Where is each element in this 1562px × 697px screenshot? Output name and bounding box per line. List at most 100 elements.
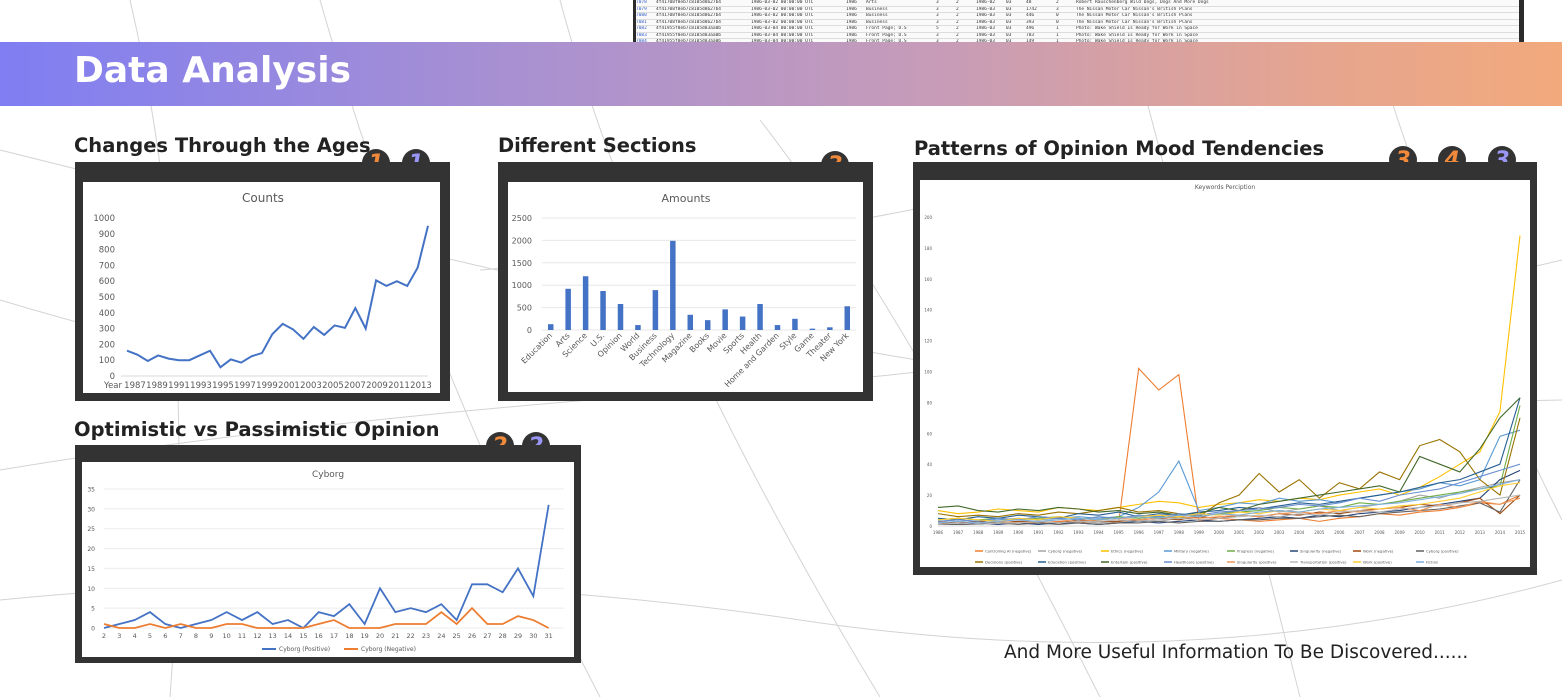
spreadsheet-cell: 3 <box>936 6 939 12</box>
spreadsheet-cell: 2 <box>956 13 959 18</box>
spreadsheet-cell: 1986-03-02 00:00:00 UTC <box>751 6 814 12</box>
spreadsheet-cell: 1986-03 <box>976 26 995 31</box>
spreadsheet-cell: 48 <box>1026 0 1032 5</box>
x-tick-label: 2008 <box>1374 530 1385 535</box>
y-tick-label: 1500 <box>512 259 532 268</box>
y-tick-label: 10 <box>87 586 95 593</box>
spreadsheet-cell: 03 <box>1006 0 1012 5</box>
spreadsheet-cell: 1986-03-02 00:00:00 UTC <box>751 0 814 5</box>
spreadsheet-cell: 446 <box>1026 13 1035 18</box>
spreadsheet-cell: 1986 <box>846 0 857 5</box>
spreadsheet-cell: 4f41955f8eb7c8105d83aa0b <box>656 32 722 38</box>
spreadsheet-cell: Business <box>866 19 888 25</box>
y-tick-label: 35 <box>87 487 95 494</box>
y-tick-label: 500 <box>99 293 115 303</box>
x-tick-label: 3 <box>117 632 121 640</box>
spreadsheet-cell: Front Page; U.S <box>866 32 907 38</box>
bar <box>547 324 554 330</box>
y-tick-label: 40 <box>927 462 933 467</box>
spreadsheet-cell: 1986-03 <box>976 19 995 25</box>
spreadsheet-cell: 1742 <box>1026 6 1037 12</box>
spreadsheet-cell: Business <box>866 13 888 18</box>
y-tick-label: 700 <box>99 261 115 271</box>
x-tick-label: 4 <box>133 632 137 640</box>
y-tick-label: 180 <box>924 246 932 251</box>
x-tick-label: 2007 <box>344 381 366 391</box>
x-tick-label: 22 <box>407 632 415 640</box>
x-tick-label: 2005 <box>322 381 344 391</box>
x-tick-label: 1996 <box>1134 530 1145 535</box>
legend-label: Education (positive) <box>1048 560 1086 565</box>
bar <box>652 290 659 330</box>
spreadsheet-cell: Arts <box>866 0 877 5</box>
x-tick-label: 14 <box>284 632 292 640</box>
bar <box>739 316 746 330</box>
spreadsheet-cell: 4f41708f8eb7c8105d8627b4 <box>656 0 722 5</box>
chart-counts: Counts01002003004005006007008009001000Ye… <box>83 182 440 393</box>
x-tick-label: 31 <box>545 632 553 640</box>
x-tick-label: 1987 <box>953 530 964 535</box>
spreadsheet-cell: 4f41708f8eb7c8105d8627b4 <box>656 6 722 12</box>
chart-title: Keywords Perciption <box>1195 184 1256 191</box>
bar <box>774 325 781 330</box>
x-tick-label: 2009 <box>1394 530 1405 535</box>
legend-label: Cyborg (positive) <box>1426 549 1459 554</box>
y-tick-label: 15 <box>87 566 95 573</box>
x-tick-label: 5 <box>148 632 152 640</box>
x-tick-label: 1986 <box>933 530 944 535</box>
x-tick-label: 2000 <box>1214 530 1225 535</box>
legend-label: Fiction <box>1426 560 1439 565</box>
legend-label: Transportation (positive) <box>1299 560 1347 565</box>
bar <box>635 325 641 330</box>
spreadsheet-cell: 3 <box>936 13 939 18</box>
x-tick-label: 2015 <box>1515 530 1526 535</box>
x-tick-label: 1993 <box>190 381 212 391</box>
x-tick-label: 1997 <box>1154 530 1165 535</box>
x-tick-label: 28 <box>499 632 507 640</box>
page-title: Data Analysis <box>74 50 351 91</box>
bar <box>792 318 798 330</box>
legend-label: Singularity (negative) <box>1300 549 1342 554</box>
spreadsheet-cell: The Nissan Motor Car Nissan's British Pl… <box>1076 19 1193 25</box>
series-line-0 <box>103 504 550 630</box>
x-tick-label: 1995 <box>212 381 234 391</box>
legend-label: Entertain (positive) <box>1111 560 1148 565</box>
spreadsheet-cell: 496 <box>1026 26 1035 31</box>
y-tick-label: 400 <box>99 309 115 319</box>
x-tick-label: 1998 <box>1174 530 1185 535</box>
x-tick-label: Education <box>520 331 555 366</box>
spreadsheet-cell: 0 <box>1056 13 1059 18</box>
spreadsheet-cell: Robert Rauschenberg Wild Dogs, Dogs And … <box>1076 0 1209 5</box>
y-tick-label: 2500 <box>512 214 532 223</box>
y-tick-label: 100 <box>99 356 115 366</box>
x-tick-label: 1994 <box>1093 530 1104 535</box>
x-tick-label: 1999 <box>1194 530 1205 535</box>
chart-title: Cyborg <box>312 470 344 480</box>
y-tick-label: 600 <box>99 277 115 287</box>
spreadsheet-cell: 1986-02 <box>976 0 995 5</box>
x-tick-label: 2003 <box>1274 530 1285 535</box>
spreadsheet-cell: Photo: Wake Shield Is Ready for Work in … <box>1076 26 1198 31</box>
bar <box>844 306 851 330</box>
x-tick-label: 26 <box>468 632 476 640</box>
spreadsheet-cell: 7078 <box>636 0 647 5</box>
spreadsheet-cell: Front Page; U.S <box>866 26 907 31</box>
x-tick-label: 20 <box>376 632 384 640</box>
x-tick-label: 2006 <box>1334 530 1345 535</box>
spreadsheet-cell: 7083 <box>636 32 647 38</box>
footer-text: And More Useful Information To Be Discov… <box>1004 642 1469 663</box>
legend-label: Healthcare (positive) <box>1174 560 1214 565</box>
x-tick-label: 24 <box>437 632 445 640</box>
x-tick-label: 1999 <box>256 381 278 391</box>
chart-cyborg: Cyborg051015202530352 3 4 5 6 7 8 9 10 11 12 13 14 15… <box>82 462 574 657</box>
y-tick-label: 60 <box>927 431 933 436</box>
x-tick-label: 1988 <box>973 530 984 535</box>
x-tick-label: 1995 <box>1114 530 1125 535</box>
section-title-mood: Patterns of Opinion Mood Tendencies <box>914 137 1325 160</box>
spreadsheet-cell: 3 <box>1056 6 1059 12</box>
bar <box>617 304 624 330</box>
spreadsheet-cell: 1986 <box>846 13 857 18</box>
legend-label: Cyborg (negative) <box>1048 549 1083 554</box>
x-tick-label: 2001 <box>1234 530 1245 535</box>
y-tick-label: 30 <box>87 506 95 513</box>
